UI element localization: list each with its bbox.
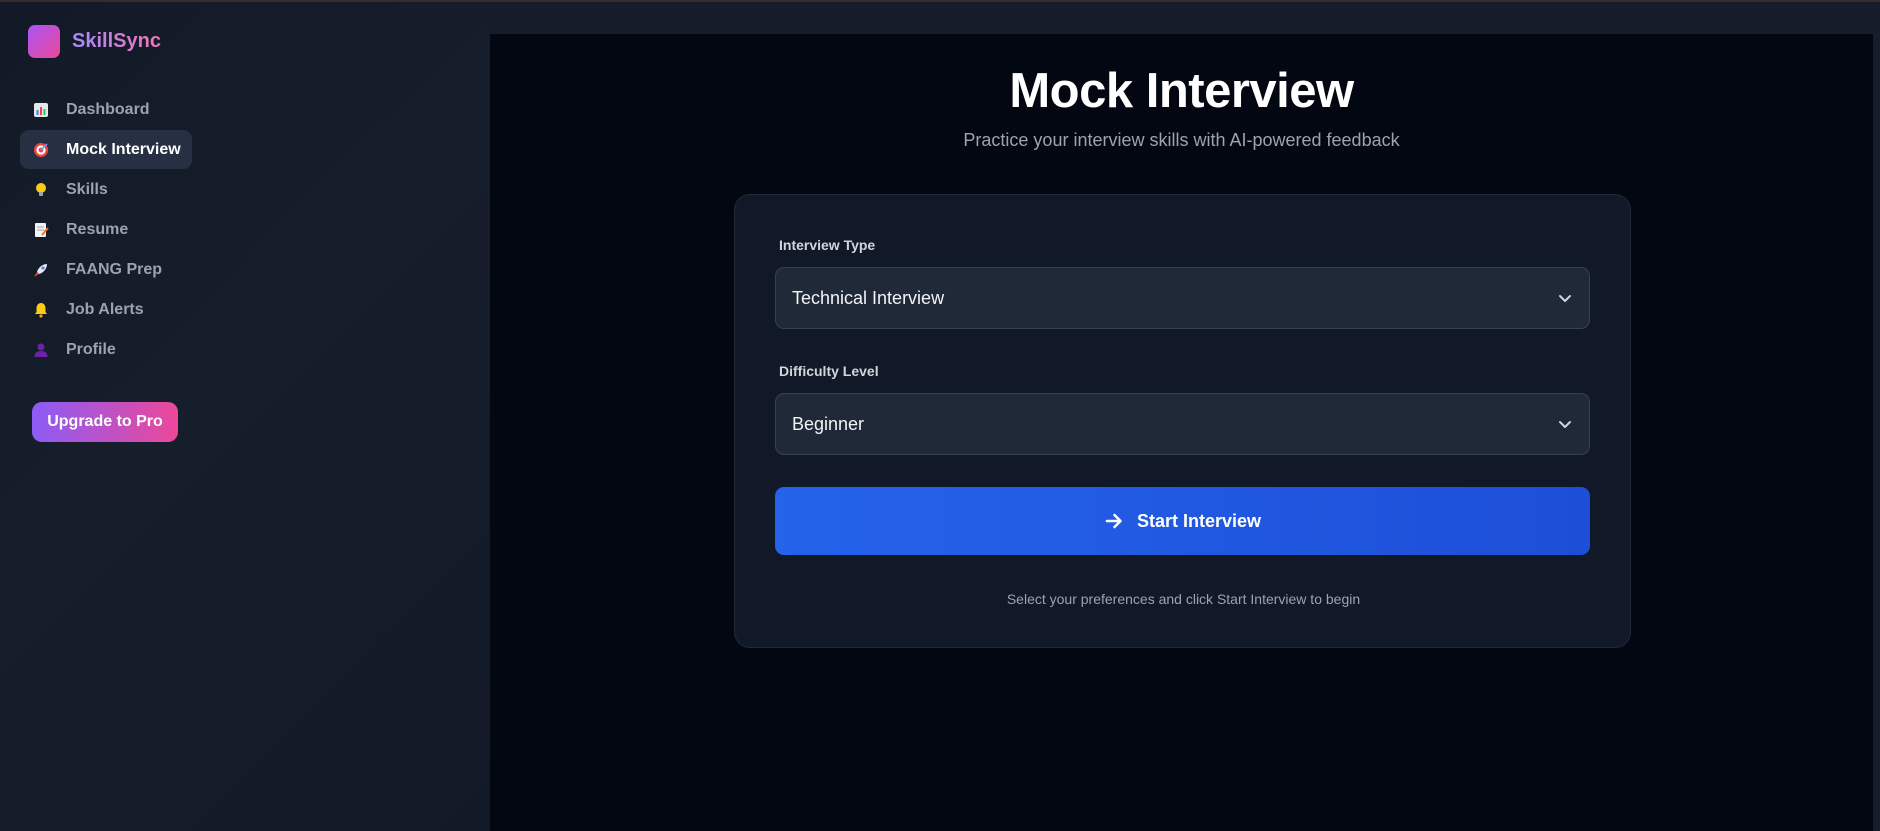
sidebar-item-label: Profile (66, 340, 116, 358)
upgrade-button[interactable]: Upgrade to Pro (32, 402, 178, 442)
chevron-down-icon (1559, 421, 1571, 428)
sidebar-item-profile[interactable]: Profile (20, 330, 127, 369)
sidebar-item-label: Resume (66, 220, 129, 238)
top-bar (490, 2, 1880, 34)
user-icon (33, 342, 49, 358)
sidebar-item-resume[interactable]: Resume (20, 210, 139, 249)
interview-type-value: Technical Interview (792, 287, 945, 308)
brand-name: SkillSync (72, 30, 161, 52)
sidebar-item-skills[interactable]: Skills (20, 170, 119, 209)
right-gutter (1873, 34, 1880, 831)
difficulty-value: Beginner (792, 413, 865, 434)
brand[interactable]: SkillSync (28, 25, 161, 58)
difficulty-select[interactable]: Beginner (775, 393, 1590, 455)
sidebar-item-faang-prep[interactable]: FAANG Prep (20, 250, 173, 289)
sidebar: SkillSync Dashboard Mock Interview Skill… (0, 2, 490, 831)
interview-setup-card: Interview Type Technical Interview Diffi… (734, 194, 1631, 648)
page-title: Mock Interview (1009, 64, 1354, 118)
target-icon (33, 142, 49, 158)
page-subtitle: Practice your interview skills with AI-p… (963, 130, 1400, 150)
rocket-icon (33, 262, 49, 278)
lightbulb-icon (33, 182, 49, 198)
logo-icon (28, 25, 60, 58)
bar-chart-icon (33, 102, 49, 118)
sidebar-item-mock-interview[interactable]: Mock Interview (20, 130, 192, 169)
interview-type-select[interactable]: Technical Interview (775, 267, 1590, 329)
difficulty-label: Difficulty Level (779, 363, 879, 379)
arrow-right-icon (1105, 513, 1122, 529)
sidebar-nav: Dashboard Mock Interview Skills Resume F… (20, 90, 230, 370)
bell-icon (33, 302, 49, 318)
sidebar-item-label: Dashboard (66, 100, 150, 118)
sidebar-item-label: Skills (66, 180, 108, 198)
sidebar-item-label: FAANG Prep (66, 260, 163, 278)
sidebar-item-label: Job Alerts (66, 300, 144, 318)
interview-type-label: Interview Type (779, 237, 876, 253)
sidebar-item-job-alerts[interactable]: Job Alerts (20, 290, 155, 329)
start-interview-button[interactable]: Start Interview (775, 487, 1590, 555)
form-hint: Select your preferences and click Start … (1006, 591, 1361, 607)
start-interview-label: Start Interview (1136, 510, 1262, 531)
memo-icon (33, 222, 49, 238)
sidebar-item-dashboard[interactable]: Dashboard (20, 90, 161, 129)
chevron-down-icon (1559, 295, 1571, 302)
sidebar-item-label: Mock Interview (66, 140, 181, 158)
main-content: Mock Interview Practice your interview s… (490, 34, 1873, 831)
